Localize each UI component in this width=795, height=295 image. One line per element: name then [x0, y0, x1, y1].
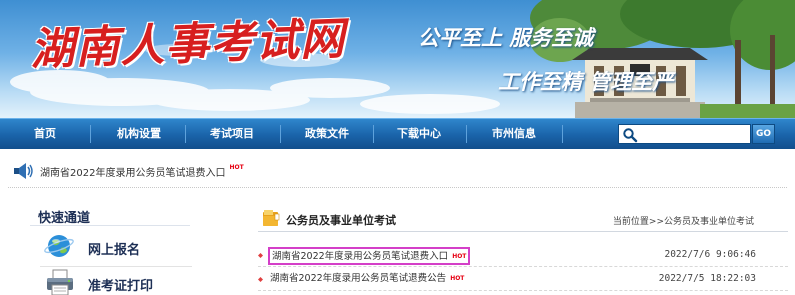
nav-divider: [373, 125, 374, 143]
news-link[interactable]: 湖南省2022年度录用公务员笔试退费公告 HOT: [268, 271, 466, 289]
breadcrumb[interactable]: 当前位置>>公务员及事业单位考试: [613, 214, 754, 227]
printer-icon: [47, 269, 73, 295]
nav-item-home[interactable]: 首页: [14, 119, 76, 149]
search-go-button[interactable]: GO: [752, 124, 775, 144]
quick-item-label: 准考证打印: [88, 279, 154, 294]
news-date: 2022/7/5 18:22:03: [658, 273, 756, 284]
hot-badge: HOT: [452, 253, 467, 260]
quick-access-title: 快速通道: [38, 211, 91, 226]
nav-item-policy-files[interactable]: 政策文件: [293, 119, 361, 149]
bullet-icon: [258, 277, 263, 282]
nav-divider: [280, 125, 281, 143]
quick-item-label: 网上报名: [88, 243, 141, 258]
quick-item-divider: [40, 266, 192, 267]
notice-bar: 湖南省2022年度录用公务员笔试退费入口HOT: [8, 152, 787, 188]
hot-badge: HOT: [450, 275, 465, 282]
news-title: 湖南省2022年度录用公务员笔试退费公告: [270, 273, 447, 284]
hot-badge: HOT: [229, 164, 244, 171]
nav-item-organization[interactable]: 机构设置: [105, 119, 173, 149]
news-title: 湖南省2022年度录用公务员笔试退费入口: [272, 251, 449, 262]
nav-item-city-info[interactable]: 市州信息: [480, 119, 548, 149]
search-icon[interactable]: [622, 127, 638, 143]
site-logo: 湖南人事考试网: [29, 13, 346, 76]
slogan-line-2: 工作至精 管理至严: [498, 69, 674, 94]
nav-divider: [90, 125, 91, 143]
section-title: 公务员及事业单位考试: [286, 214, 396, 227]
bullet-icon: [258, 253, 263, 258]
quick-title-divider: [30, 225, 190, 226]
notice-text: 湖南省2022年度录用公务员笔试退费入口: [40, 168, 226, 179]
search-input[interactable]: [641, 126, 749, 142]
globe-icon: [44, 235, 74, 257]
quick-item-admission-ticket-print[interactable]: 准考证打印: [44, 268, 194, 295]
row-divider: [258, 290, 788, 291]
nav-item-exam-projects[interactable]: 考试项目: [198, 119, 266, 149]
news-row: 湖南省2022年度录用公务员笔试退费公告 HOT 2022/7/5 18:22:0…: [258, 270, 788, 291]
section-header: 公务员及事业单位考试 当前位置>>公务员及事业单位考试: [258, 208, 788, 232]
nav-divider: [466, 125, 467, 143]
nav-divider: [185, 125, 186, 143]
news-link-highlighted[interactable]: 湖南省2022年度录用公务员笔试退费入口 HOT: [268, 247, 471, 265]
news-row: 湖南省2022年度录用公务员笔试退费入口 HOT 2022/7/6 9:06:46: [258, 246, 788, 267]
nav-item-download-center[interactable]: 下载中心: [385, 119, 453, 149]
search-box: [618, 124, 751, 144]
folder-icon: [263, 210, 280, 226]
row-divider: [258, 266, 788, 267]
nav-divider: [562, 125, 563, 143]
notice-link[interactable]: 湖南省2022年度录用公务员笔试退费入口HOT: [40, 164, 244, 179]
quick-item-online-registration[interactable]: 网上报名: [44, 232, 194, 262]
speaker-icon: [14, 163, 33, 179]
header-banner: 湖南人事考试网 公平至上 服务至诚 工作至精 管理至严: [0, 0, 795, 118]
slogan-line-1: 公平至上 服务至诚: [418, 25, 594, 50]
news-date: 2022/7/6 9:06:46: [664, 249, 756, 260]
